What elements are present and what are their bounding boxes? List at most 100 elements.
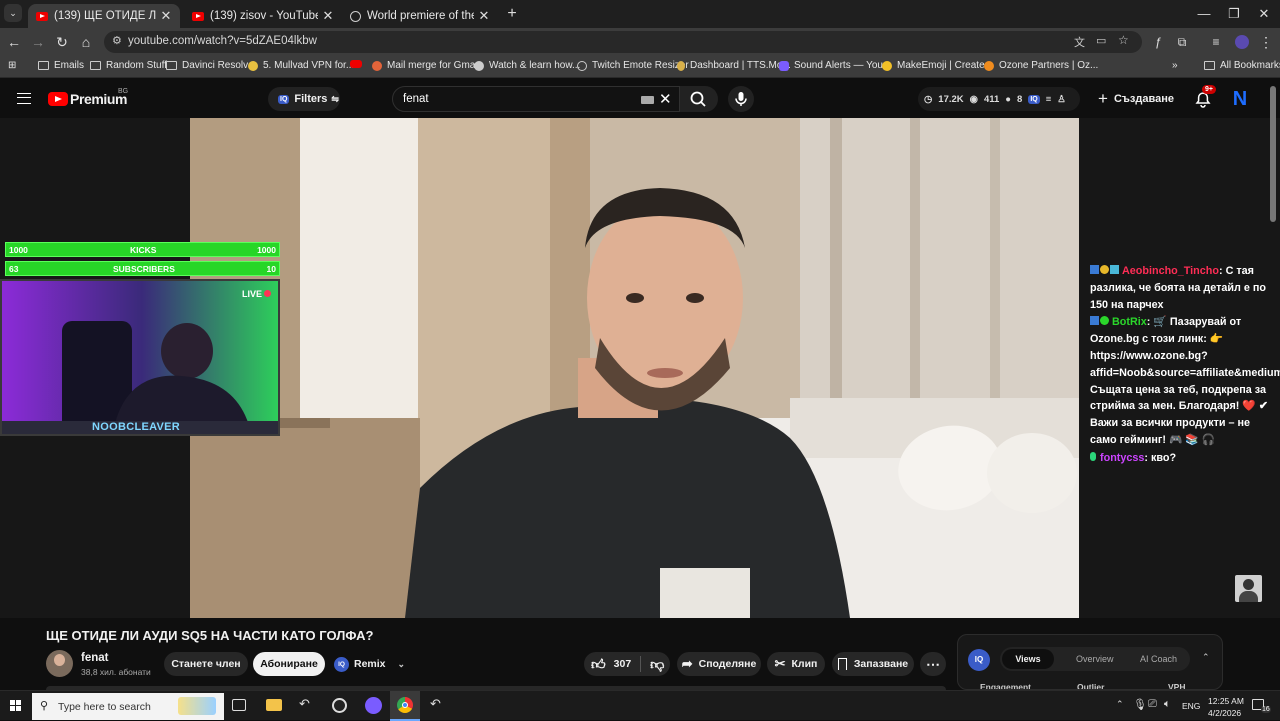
page-scrollbar[interactable] — [1270, 86, 1276, 222]
bookmarks-overflow-icon[interactable]: » — [1172, 60, 1178, 71]
microphone-tray-icon[interactable]: 🎙︎ — [1133, 698, 1147, 711]
install-icon[interactable]: ▭ — [1096, 34, 1106, 47]
iq-icon: IQ — [1028, 94, 1040, 104]
more-actions-button[interactable]: ⋯ — [920, 652, 946, 676]
restore-button[interactable]: ❐ — [1218, 0, 1250, 28]
clock-time[interactable]: 12:25 AM — [1208, 696, 1244, 706]
star-icon[interactable]: ☆ — [1118, 33, 1129, 47]
address-bar[interactable]: ⚙ youtube.com/watch?v=5dZAE04lkbw 文 ▭ ☆ — [104, 31, 1142, 53]
minimize-button[interactable]: — — [1188, 0, 1220, 28]
iq-stats-widget[interactable]: ◷ 17.2K ◉ 411 ● 8 IQ ≡ ♙ — [918, 87, 1080, 111]
tab-search-icon[interactable]: ⌄ — [4, 4, 22, 22]
discord-icon[interactable] — [365, 697, 382, 714]
voice-search-button[interactable] — [728, 86, 754, 112]
tab-views[interactable]: Views — [1002, 649, 1054, 669]
search-button[interactable] — [680, 86, 718, 112]
bookmark-davinci[interactable]: Davinci Resolve — [166, 60, 254, 71]
bookmark-label: Twitch Emote Resizer — [592, 60, 689, 71]
media-control-icon[interactable]: ≡ — [1206, 32, 1226, 52]
notifications-button[interactable]: 9+ — [1192, 85, 1216, 110]
extension-fx-icon[interactable]: ƒ — [1148, 32, 1168, 52]
hamburger-menu-icon[interactable] — [17, 93, 31, 104]
new-tab-button[interactable]: + — [496, 0, 528, 28]
save-button[interactable]: Запазване — [832, 652, 914, 676]
kicks-label: KICKS — [130, 244, 157, 255]
back-icon[interactable]: ← — [4, 32, 24, 52]
bookmark-watch-learn[interactable]: Watch & learn how... — [474, 60, 580, 71]
app-icon-red[interactable] — [332, 698, 347, 713]
volume-icon[interactable]: 🔈︎ — [1164, 698, 1171, 711]
sound-alerts-icon — [779, 60, 789, 71]
kicks-bar: 1000 KICKS 1000 — [5, 242, 280, 257]
site-info-icon[interactable]: ⚙ — [112, 34, 122, 47]
tab-zisov[interactable]: (139) zisov - YouTube ✕ — [184, 4, 342, 28]
close-icon[interactable]: ✕ — [478, 8, 490, 24]
youtube-logo-icon[interactable] — [48, 92, 68, 106]
taskbar-search[interactable]: ⚲ Type here to search — [32, 693, 224, 720]
channel-name[interactable]: fenat — [81, 652, 108, 664]
bookmark-sound-alerts[interactable]: Sound Alerts — You... — [779, 60, 891, 71]
bookmark-mullvad[interactable]: 5. Mullvad VPN for... — [248, 60, 354, 71]
clear-search-icon[interactable]: ✕ — [659, 90, 672, 108]
channel-avatar[interactable] — [46, 650, 73, 677]
subs-right-value: 10 — [266, 263, 276, 274]
bookmark-makeemoji[interactable]: MakeEmoji | Create... — [882, 60, 993, 71]
all-bookmarks[interactable]: All Bookmarks — [1204, 60, 1280, 71]
account-avatar[interactable]: N — [1230, 88, 1250, 110]
bookmark-ozone-partners[interactable]: Ozone Partners | Oz... — [984, 60, 1098, 71]
thumbs-up-icon[interactable]: 👍︎ — [591, 656, 606, 673]
app-icon-arrow-2[interactable]: ↶ — [430, 696, 441, 712]
close-icon[interactable]: ✕ — [322, 8, 334, 24]
bookmark-tts-dashboard[interactable]: Dashboard | TTS.Mo... — [677, 60, 791, 71]
app-icon-arrow[interactable]: ↶ — [299, 696, 310, 712]
bookmark-emails[interactable]: Emails — [38, 60, 84, 71]
join-button[interactable]: Станете член — [164, 652, 248, 676]
person-icon — [1239, 591, 1258, 602]
task-view-icon[interactable] — [232, 699, 246, 711]
close-icon[interactable]: ✕ — [160, 8, 172, 24]
home-icon[interactable]: ⌂ — [76, 32, 96, 52]
forward-icon[interactable]: → — [28, 32, 48, 52]
browser-menu-icon[interactable]: ⋮ — [1256, 32, 1276, 52]
language-indicator[interactable]: ENG — [1182, 701, 1200, 711]
share-button[interactable]: ➦ Споделяне — [677, 652, 761, 676]
search-icon: ⚲ — [40, 700, 49, 712]
stat-count: 8 — [1017, 93, 1023, 105]
search-box[interactable]: fenat ✕ — [392, 86, 680, 112]
chevron-up-icon[interactable]: ⌃ — [1202, 652, 1210, 663]
tab-ai-coach[interactable]: AI Coach — [1140, 654, 1177, 664]
translate-icon[interactable]: 文 — [1074, 34, 1085, 50]
bookmark-twitch-resizer[interactable]: Twitch Emote Resizer — [577, 60, 689, 71]
filters-button[interactable]: IQ Filters ⇋ — [268, 87, 340, 111]
clip-button[interactable]: ✂ Клип — [767, 652, 825, 676]
remix-label: Remix — [354, 658, 386, 670]
windows-start-icon[interactable] — [10, 700, 22, 712]
apps-grid-icon[interactable]: ⊞ — [8, 60, 16, 71]
file-explorer-icon[interactable] — [266, 699, 282, 711]
video-player[interactable] — [190, 118, 1079, 618]
subscribe-button[interactable]: Абониране — [253, 652, 325, 676]
profile-avatar[interactable] — [1232, 32, 1252, 52]
chrome-icon[interactable] — [390, 691, 420, 721]
like-count[interactable]: 307 — [614, 658, 632, 670]
clock-date[interactable]: 4/2/2026 — [1208, 708, 1241, 718]
taskbar-search-placeholder: Type here to search — [58, 701, 151, 713]
close-window-button[interactable]: ✕ — [1248, 0, 1280, 28]
tab-gls[interactable]: World premiere of the new GLS ✕ — [342, 4, 498, 28]
pip-thumbnail[interactable] — [1235, 575, 1262, 602]
tab-overview[interactable]: Overview — [1076, 654, 1114, 664]
bookmark-random-stuff[interactable]: Random Stuff — [90, 60, 167, 71]
keyboard-icon[interactable] — [641, 96, 654, 104]
create-button[interactable]: + Създаване — [1098, 87, 1174, 111]
search-input[interactable]: fenat — [403, 93, 429, 105]
reload-icon[interactable]: ↻ — [52, 32, 72, 52]
stat-views: 17.2K — [938, 93, 964, 105]
bookmark-youtube[interactable] — [350, 60, 367, 68]
extensions-icon[interactable]: ⧉ — [1172, 32, 1192, 52]
bookmark-mail-merge[interactable]: Mail merge for Gma... — [372, 60, 484, 71]
remix-button[interactable]: IQ Remix ⌄ — [334, 652, 405, 676]
tab-active[interactable]: (139) ЩЕ ОТИДЕ ЛИ АУДИ SQ5 ✕ — [28, 4, 180, 28]
tray-chevron-icon[interactable]: ⌃ — [1116, 699, 1124, 710]
thumbs-down-icon[interactable]: 👎︎ — [650, 656, 664, 673]
network-icon[interactable]: ⎚ — [1148, 698, 1157, 711]
